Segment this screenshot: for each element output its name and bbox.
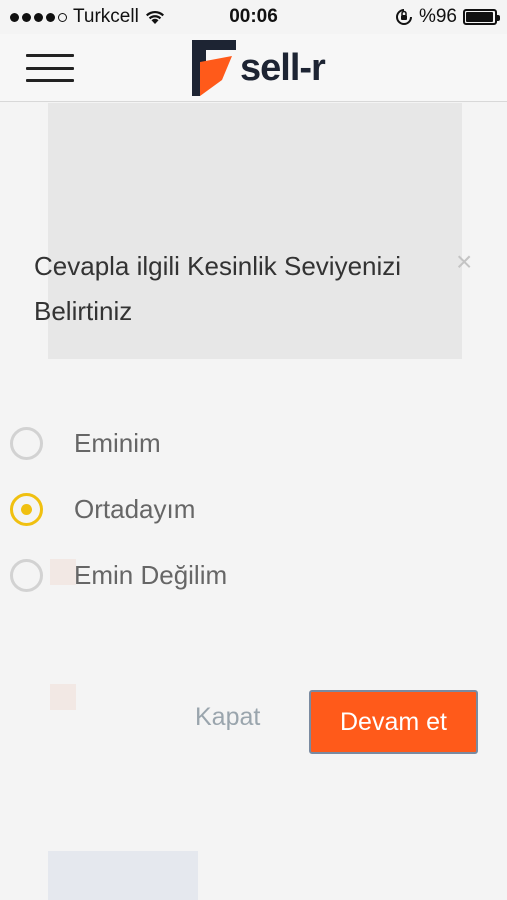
close-icon[interactable]: × [456, 248, 472, 276]
radio-unselected-icon[interactable] [10, 426, 43, 460]
option-label: Emin Değilim [74, 559, 228, 590]
signal-icon [10, 12, 67, 22]
app-header: sell-r [0, 34, 507, 102]
status-left: Turkcell [10, 6, 165, 28]
close-button[interactable]: Kapat [195, 703, 260, 732]
wifi-icon [145, 10, 164, 24]
modal-title: Cevapla ilgili Kesinlik Seviyenizi Belir… [34, 251, 402, 326]
option-label: Eminim [74, 427, 161, 458]
option-label: Ortadayım [74, 493, 196, 524]
app-logo: sell-r [192, 38, 326, 98]
menu-button[interactable] [26, 54, 74, 82]
status-right: %96 [395, 6, 500, 28]
certainty-options: Eminim Ortadayım Emin Değilim [10, 410, 410, 608]
option-ortadayim[interactable]: Ortadayım [10, 476, 410, 542]
continue-button[interactable]: Devam et [309, 690, 478, 754]
radio-selected-icon[interactable] [10, 492, 43, 526]
carrier-name: Turkcell [73, 6, 139, 27]
option-emin-degilim[interactable]: Emin Değilim [10, 542, 410, 608]
background-button [48, 851, 198, 900]
radio-unselected-icon[interactable] [10, 558, 43, 592]
hamburger-line [26, 66, 74, 70]
status-bar: Turkcell 00:06 %96 [0, 0, 507, 34]
hamburger-line [26, 79, 74, 82]
rotation-lock-icon [395, 9, 412, 25]
battery-percent: %96 [418, 6, 457, 27]
battery-icon [463, 9, 500, 25]
option-eminim[interactable]: Eminim [10, 410, 410, 476]
battery-fill [466, 12, 493, 22]
logo-text: sell-r [240, 46, 326, 89]
logo-mark-icon [192, 40, 236, 96]
hamburger-line [26, 54, 74, 57]
